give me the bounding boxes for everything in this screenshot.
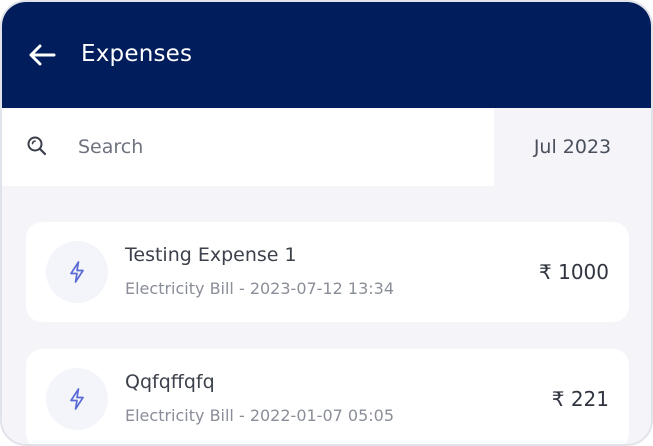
search-input[interactable] [64, 125, 464, 169]
back-button[interactable] [24, 40, 60, 70]
lightning-icon [70, 388, 84, 410]
expense-icon-badge [46, 241, 108, 303]
filter-bar: Jul 2023 [2, 108, 651, 186]
expense-subtitle: Electricity Bill - 2023-07-12 13:34 [125, 279, 394, 298]
expense-card[interactable]: Testing Expense 1 Electricity Bill - 202… [26, 222, 629, 322]
expense-subtitle: Electricity Bill - 2022-01-07 05:05 [125, 406, 394, 425]
search-box [2, 108, 494, 186]
app-header: Expenses [2, 2, 651, 108]
app-frame: Expenses Jul 2023 Testing Expense 1 Elec… [0, 0, 653, 446]
page-title: Expenses [81, 41, 193, 67]
expense-icon-badge [46, 368, 108, 430]
expense-amount: ₹ 1000 [539, 260, 609, 284]
search-icon [27, 136, 47, 156]
expense-card[interactable]: Qqfqffqfq Electricity Bill - 2022-01-07 … [26, 349, 629, 444]
lightning-icon [70, 261, 84, 283]
expense-title: Testing Expense 1 [125, 244, 297, 266]
month-filter-button[interactable]: Jul 2023 [494, 108, 651, 186]
month-filter-label: Jul 2023 [533, 136, 612, 158]
expense-amount: ₹ 221 [551, 387, 609, 411]
arrow-left-icon [29, 44, 56, 66]
expense-title: Qqfqffqfq [125, 371, 215, 393]
